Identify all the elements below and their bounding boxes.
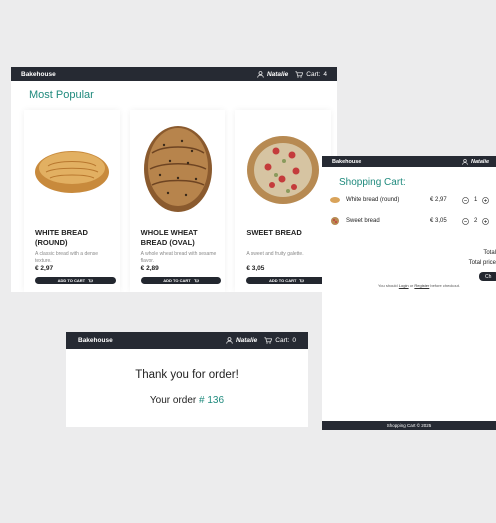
minus-icon[interactable] — [462, 217, 469, 225]
cart-icon — [194, 278, 199, 282]
user-menu[interactable]: Natalie — [226, 337, 257, 344]
brand-logo[interactable]: Bakehouse — [332, 159, 361, 165]
cart-item-name: White bread (round) — [346, 197, 400, 203]
order-prefix: Your order — [149, 395, 197, 406]
user-icon — [257, 70, 264, 78]
user-name: Natalie — [235, 337, 258, 344]
product-name: WHOLE WHEAT BREAD (OVAL) — [140, 228, 198, 247]
cart-item-row: Sweet bread € 3,05 2 — [330, 215, 496, 227]
cart-link[interactable]: Cart: 4 — [295, 71, 327, 78]
cart-item-row: White bread (round) € 2,97 1 — [330, 194, 496, 206]
add-to-cart-button[interactable]: ADD TO CART — [246, 277, 328, 284]
user-icon — [226, 337, 233, 344]
add-to-cart-label: ADD TO CART — [268, 278, 297, 283]
note-prefix: You should — [378, 283, 398, 288]
white-bread-image — [34, 151, 109, 193]
login-note: You should Login or Register before chec… — [378, 283, 460, 288]
product-card[interactable]: WHOLE WHEAT BREAD (OVAL) A whole wheat b… — [129, 110, 226, 292]
add-to-cart-button[interactable]: ADD TO CART — [140, 277, 222, 284]
cart-page-panel: Bakehouse Natalie Shopping Cart: White b… — [322, 156, 496, 430]
cart-icon — [88, 278, 94, 282]
note-suffix: before checkout. — [430, 283, 460, 288]
user-name: Natalie — [471, 159, 490, 165]
product-name: WHITE BREAD (ROUND) — [35, 228, 88, 247]
total-price-label: Total price — [468, 260, 496, 266]
thank-you-message: Thank you for order! — [135, 369, 239, 381]
checkout-button[interactable]: Ch — [479, 272, 496, 281]
add-to-cart-label: ADD TO CART — [163, 278, 191, 283]
user-menu[interactable]: Natalie — [462, 159, 489, 165]
section-title: Most Popular — [29, 89, 94, 101]
cart-item-price: € 3,05 — [430, 218, 447, 224]
add-to-cart-label: ADD TO CART — [57, 278, 86, 283]
cart-count: 0 — [292, 337, 296, 344]
cart-icon — [295, 71, 304, 78]
product-description: A classic bread with a dense texture. — [35, 251, 99, 264]
product-price: € 3,05 — [246, 265, 265, 272]
sweet-bread-image — [247, 136, 320, 204]
navbar: Bakehouse Natalie — [322, 156, 496, 167]
sweet-bread-thumbnail — [331, 217, 339, 225]
product-price: € 2,89 — [140, 265, 159, 272]
confirmation-page-panel: Bakehouse Natalie Cart: 0 Thank you for … — [66, 332, 308, 427]
product-price: € 2,97 — [35, 265, 54, 272]
product-description: A sweet and fruity galette. — [246, 251, 304, 257]
order-number: # 136 — [199, 395, 225, 406]
note-or: or — [409, 283, 414, 288]
product-name: SWEET BREAD — [246, 228, 302, 237]
footer: Shopping Cart © 2025 — [322, 421, 496, 430]
whole-wheat-bread-image — [143, 126, 212, 212]
product-card[interactable]: WHITE BREAD (ROUND) A classic bread with… — [24, 110, 120, 292]
checkout-label: Ch — [485, 273, 492, 280]
cart-icon — [264, 337, 273, 344]
cart-count: 4 — [323, 70, 327, 78]
cart-title: Shopping Cart: — [339, 177, 406, 188]
add-to-cart-button[interactable]: ADD TO CART — [35, 277, 116, 284]
cart-link[interactable]: Cart: 0 — [264, 337, 296, 344]
user-icon — [462, 159, 468, 165]
cart-label: Cart: — [306, 70, 321, 78]
minus-icon[interactable] — [462, 196, 469, 204]
navbar: Bakehouse Natalie Cart: 4 — [11, 67, 337, 81]
login-link[interactable]: Login — [399, 283, 409, 288]
cart-label: Cart: — [275, 337, 290, 344]
user-name: Natalie — [266, 70, 289, 78]
plus-icon[interactable] — [482, 217, 490, 225]
register-link[interactable]: Register — [414, 283, 429, 288]
brand-logo[interactable]: Bakehouse — [21, 71, 56, 78]
white-bread-thumbnail — [330, 197, 340, 203]
user-menu[interactable]: Natalie — [257, 71, 288, 78]
order-number-line: Your order # 136 — [66, 395, 308, 406]
cart-item-quantity: 1 — [474, 197, 478, 203]
product-description: A whole wheat bread with sesame flavor. — [140, 251, 217, 264]
footer-text: Shopping Cart © 2025 — [386, 423, 432, 428]
home-page-panel: Bakehouse Natalie Cart: 4 Most Popular W… — [11, 67, 337, 292]
brand-logo[interactable]: Bakehouse — [78, 337, 113, 344]
navbar: Bakehouse Natalie Cart: 0 — [66, 332, 308, 349]
product-card[interactable]: SWEET BREAD A sweet and fruity galette. … — [235, 110, 332, 292]
cart-item-name: Sweet bread — [346, 218, 380, 224]
total-label: Total — [483, 250, 496, 256]
cart-icon — [299, 278, 305, 282]
product-list: WHITE BREAD (ROUND) A classic bread with… — [24, 110, 332, 292]
cart-item-price: € 2,97 — [430, 197, 447, 203]
plus-icon[interactable] — [482, 196, 490, 204]
cart-item-quantity: 2 — [474, 218, 478, 224]
